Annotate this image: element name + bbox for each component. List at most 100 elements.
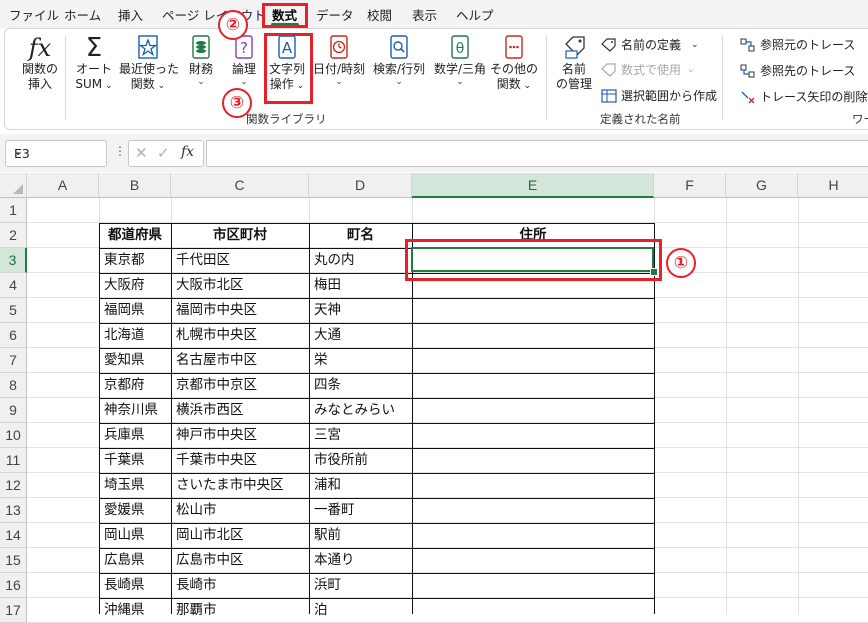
header-prefecture[interactable]: 都道府県 bbox=[99, 223, 171, 248]
row-header-8[interactable]: 8 bbox=[0, 373, 27, 398]
row-header-9[interactable]: 9 bbox=[0, 398, 27, 423]
cell-town[interactable]: 三宮 bbox=[309, 423, 412, 448]
cell-address[interactable] bbox=[412, 323, 654, 348]
row-header-6[interactable]: 6 bbox=[0, 323, 27, 348]
insert-function-button[interactable]: fx 関数の 挿入 bbox=[20, 34, 60, 92]
remove-arrows-button[interactable]: トレース矢印の削除⌄ bbox=[740, 88, 868, 105]
column-header-d[interactable]: D bbox=[309, 173, 412, 198]
column-header-b[interactable]: B bbox=[99, 173, 171, 198]
cell-city[interactable]: 京都市中京区 bbox=[171, 373, 309, 398]
cell-city[interactable]: 神戸市中央区 bbox=[171, 423, 309, 448]
row-header-15[interactable]: 15 bbox=[0, 548, 27, 573]
tab-page-layout[interactable]: ページ レイアウト bbox=[162, 5, 266, 24]
cell-address[interactable] bbox=[412, 373, 654, 398]
tab-home[interactable]: ホーム bbox=[64, 5, 101, 24]
cell-town[interactable]: 大通 bbox=[309, 323, 412, 348]
column-header-g[interactable]: G bbox=[726, 173, 798, 198]
row-header-17[interactable]: 17 bbox=[0, 598, 27, 623]
cell-address[interactable] bbox=[412, 473, 654, 498]
cell-town[interactable]: 栄 bbox=[309, 348, 412, 373]
tab-help[interactable]: ヘルプ bbox=[456, 5, 494, 24]
lookup-button[interactable]: 検索/行列 ⌄ bbox=[371, 34, 427, 87]
cell-prefecture[interactable]: 大阪府 bbox=[99, 273, 171, 298]
trace-dependents-button[interactable]: 参照先のトレース bbox=[740, 62, 855, 79]
recently-used-button[interactable]: 最近使った 関数 ⌄ bbox=[119, 34, 179, 94]
cell-prefecture[interactable]: 長崎県 bbox=[99, 573, 171, 598]
cell-town[interactable]: 一番町 bbox=[309, 498, 412, 523]
cell-address[interactable] bbox=[412, 398, 654, 423]
cell-town[interactable]: 浜町 bbox=[309, 573, 412, 598]
cell-prefecture[interactable]: 北海道 bbox=[99, 323, 171, 348]
cell-city[interactable]: 那覇市 bbox=[171, 598, 309, 623]
cell-prefecture[interactable]: 愛知県 bbox=[99, 348, 171, 373]
financial-button[interactable]: 財務 ⌄ bbox=[184, 34, 218, 87]
math-trig-button[interactable]: θ 数学/三角 ⌄ bbox=[432, 34, 488, 87]
cell-city[interactable]: 大阪市北区 bbox=[171, 273, 309, 298]
cell-town[interactable]: 泊 bbox=[309, 598, 412, 623]
cell-city[interactable]: 横浜市西区 bbox=[171, 398, 309, 423]
tab-file[interactable]: ファイル bbox=[9, 5, 59, 24]
select-all-corner[interactable] bbox=[0, 173, 27, 198]
column-header-a[interactable]: A bbox=[27, 173, 99, 198]
cell-address[interactable] bbox=[412, 523, 654, 548]
row-header-14[interactable]: 14 bbox=[0, 523, 27, 548]
cell-prefecture[interactable]: 兵庫県 bbox=[99, 423, 171, 448]
column-header-e[interactable]: E bbox=[412, 173, 654, 198]
cell-address[interactable] bbox=[412, 498, 654, 523]
cell-city[interactable]: 千葉市中央区 bbox=[171, 448, 309, 473]
more-options-icon[interactable]: ⋮ bbox=[114, 144, 126, 158]
name-box[interactable]: E3 ⌄ bbox=[5, 140, 107, 167]
tab-review[interactable]: 校閲 bbox=[367, 5, 392, 24]
autosum-button[interactable]: Σ オート SUM ⌄ bbox=[72, 34, 116, 94]
cell-city[interactable]: 福岡市中央区 bbox=[171, 298, 309, 323]
cell-address[interactable] bbox=[412, 598, 654, 623]
enter-icon[interactable]: ✓ bbox=[157, 144, 170, 162]
cell-address[interactable] bbox=[412, 448, 654, 473]
row-header-7[interactable]: 7 bbox=[0, 348, 27, 373]
cell-town[interactable]: 四条 bbox=[309, 373, 412, 398]
cell-town[interactable]: 市役所前 bbox=[309, 448, 412, 473]
cell-prefecture[interactable]: 神奈川県 bbox=[99, 398, 171, 423]
column-header-f[interactable]: F bbox=[654, 173, 726, 198]
cancel-icon[interactable]: ✕ bbox=[135, 144, 148, 162]
cell-town[interactable]: 浦和 bbox=[309, 473, 412, 498]
cell-city[interactable]: 名古屋市中区 bbox=[171, 348, 309, 373]
cell-city[interactable]: さいたま市中央区 bbox=[171, 473, 309, 498]
cell-prefecture[interactable]: 京都府 bbox=[99, 373, 171, 398]
more-functions-button[interactable]: その他の 関数 ⌄ bbox=[490, 34, 538, 94]
cell-prefecture[interactable]: 東京都 bbox=[99, 248, 171, 273]
cell-city[interactable]: 広島市中区 bbox=[171, 548, 309, 573]
tab-insert[interactable]: 挿入 bbox=[118, 5, 143, 24]
cell-prefecture[interactable]: 岡山県 bbox=[99, 523, 171, 548]
row-header-12[interactable]: 12 bbox=[0, 473, 27, 498]
cell-prefecture[interactable]: 沖縄県 bbox=[99, 598, 171, 623]
row-header-5[interactable]: 5 bbox=[0, 298, 27, 323]
cell-city[interactable]: 札幌市中央区 bbox=[171, 323, 309, 348]
name-manager-button[interactable]: 名前 の管理 bbox=[554, 34, 594, 92]
cell-city[interactable]: 松山市 bbox=[171, 498, 309, 523]
cell-town[interactable]: 本通り bbox=[309, 548, 412, 573]
formula-input[interactable] bbox=[206, 140, 868, 167]
header-town[interactable]: 町名 bbox=[309, 223, 412, 248]
tab-data[interactable]: データ bbox=[316, 5, 354, 24]
define-name-button[interactable]: 名前の定義 ⌄ bbox=[601, 36, 699, 53]
insert-function-icon[interactable]: fx bbox=[181, 144, 194, 160]
row-header-1[interactable]: 1 bbox=[0, 198, 27, 223]
row-header-13[interactable]: 13 bbox=[0, 498, 27, 523]
cell-city[interactable]: 長崎市 bbox=[171, 573, 309, 598]
row-header-16[interactable]: 16 bbox=[0, 573, 27, 598]
cell-city[interactable]: 千代田区 bbox=[171, 248, 309, 273]
tab-view[interactable]: 表示 bbox=[412, 5, 437, 24]
logical-button[interactable]: ? 論理 ⌄ bbox=[228, 34, 260, 87]
row-header-3[interactable]: 3 bbox=[0, 248, 27, 273]
cell-prefecture[interactable]: 千葉県 bbox=[99, 448, 171, 473]
row-header-11[interactable]: 11 bbox=[0, 448, 27, 473]
cell-town[interactable]: 駅前 bbox=[309, 523, 412, 548]
chevron-down-icon[interactable]: ⌄ bbox=[862, 88, 868, 98]
row-header-10[interactable]: 10 bbox=[0, 423, 27, 448]
column-header-h[interactable]: H bbox=[798, 173, 868, 198]
cell-address[interactable] bbox=[412, 573, 654, 598]
cell-town[interactable]: みなとみらい bbox=[309, 398, 412, 423]
row-header-4[interactable]: 4 bbox=[0, 273, 27, 298]
row-header-2[interactable]: 2 bbox=[0, 223, 27, 248]
